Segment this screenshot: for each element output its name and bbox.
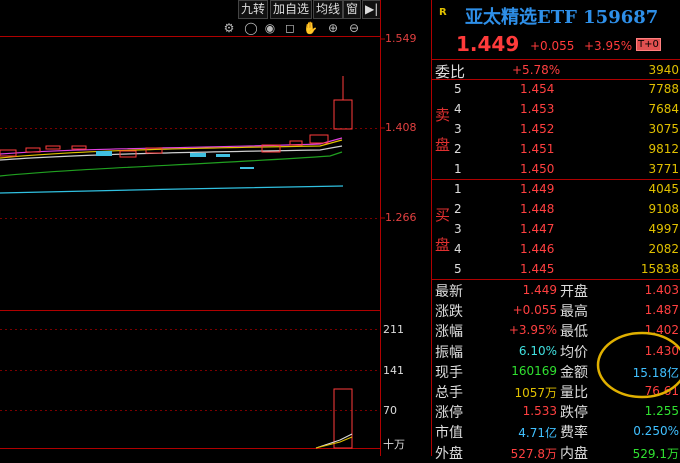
price-tick: 1.408 [385,121,417,134]
price-change: +0.055 [530,39,575,53]
stat-value: 160169 [511,363,557,378]
sell-volume: 7788 [648,82,679,96]
volume-unit: 十万 [383,438,405,451]
stat-label: 跌停 [560,405,588,422]
sell-row[interactable]: 5 1.454 7788 [432,79,680,99]
stat-label: 振幅 [435,344,463,361]
buy-row[interactable]: 3 1.447 4997 [432,219,680,239]
kline-chart-area[interactable]: 九转 加自选 均线 窗 ▶| ⚙ ◯ ◉ ◻ ✋ ⊕ ⊖ 1.549 1.408… [0,0,431,456]
stat-value: 4.71亿 [518,426,557,441]
sell-row[interactable]: 1 1.450 3771 [432,159,680,179]
sell-volume: 9812 [648,142,679,156]
stat-value: 527.8万 [510,446,557,461]
weibi-value: +5.78% [512,63,561,77]
stat-label: 量比 [560,385,588,401]
stat-label: 均价 [560,344,588,361]
r-badge: R [439,7,447,18]
chart-canvas [0,0,385,456]
volume-tick: 141 [383,364,404,377]
volume-tick: 70 [383,404,397,417]
stat-label: 涨幅 [435,324,463,341]
sell-row[interactable]: 4 1.453 7684 [432,99,680,119]
buy-level: 1 [454,182,462,196]
divider [432,279,680,280]
sell-level: 3 [454,122,462,136]
buy-row[interactable]: 5 1.445 15838 [432,259,680,279]
stat-value: +3.95% [508,323,557,338]
sell-price: 1.450 [520,162,555,176]
buy-price: 1.447 [520,222,555,236]
buy-price: 1.445 [520,262,555,276]
stat-label: 最低 [560,324,588,341]
stat-value: 0.250% [633,424,679,439]
buy-volume: 2082 [648,242,679,256]
buy-row[interactable]: 2 1.448 9108 [432,199,680,219]
price-change-pct: +3.95% [584,39,633,53]
stat-value: 1057万 [514,386,557,400]
divider [432,59,680,60]
weibi-number: 3940 [648,63,679,77]
last-price: 1.449 [456,32,520,56]
stat-value: 1.449 [522,283,557,297]
quote-panel: R 亚太精选ETF 159687 1.449 +0.055 +3.95% T+0… [431,0,680,462]
stat-label: 涨停 [435,405,463,422]
stat-label: 涨跌 [435,304,463,321]
stat-value: 1.403 [644,283,679,297]
buy-price: 1.448 [520,202,555,216]
stat-value: +0.055 [512,303,557,318]
sell-price: 1.452 [520,122,555,136]
stat-label: 现手 [435,364,463,381]
sell-level: 2 [454,142,462,156]
t0-badge: T+0 [636,38,661,51]
sell-price: 1.453 [520,102,555,116]
buy-level: 5 [454,262,462,276]
buy-volume: 15838 [640,262,679,276]
buy-row[interactable]: 4 1.446 2082 [432,239,680,259]
buy-volume: 9108 [648,202,679,216]
stat-value: 1.255 [644,404,679,419]
sell-price: 1.454 [520,82,555,96]
buy-volume: 4045 [648,182,679,196]
buy-price: 1.446 [520,242,555,256]
sell-row[interactable]: 3 1.452 3075 [432,119,680,139]
stat-value: 6.10% [518,343,557,358]
sell-volume: 3771 [648,162,679,176]
stat-value: 529.1万 [632,446,679,461]
stat-label: 费率 [560,425,588,442]
volume-tick: 211 [383,323,404,336]
stat-label: 开盘 [560,284,588,300]
stat-label: 市值 [435,425,463,442]
sell-level: 1 [454,162,462,176]
stat-label: 最高 [560,304,588,321]
buy-level: 3 [454,222,462,236]
price-tick: 1.549 [385,32,417,45]
highlight-circle [596,331,680,399]
buy-level: 4 [454,242,462,256]
sell-level: 4 [454,102,462,116]
stat-label: 外盘 [435,445,463,462]
sell-level: 5 [454,82,462,96]
stat-label: 总手 [435,385,463,401]
sell-row[interactable]: 2 1.451 9812 [432,139,680,159]
stat-label: 金额 [560,364,588,381]
stat-label: 内盘 [560,445,588,462]
buy-level: 2 [454,202,462,216]
security-title: 亚太精选ETF 159687 [465,7,659,28]
sell-volume: 7684 [648,102,679,116]
sell-price: 1.451 [520,142,555,156]
buy-volume: 4997 [648,222,679,236]
buy-price: 1.449 [520,182,555,196]
buy-row[interactable]: 1 1.449 4045 [432,179,680,199]
price-tick: 1.266 [385,211,417,224]
sell-volume: 3075 [648,122,679,136]
stat-value: 1.487 [644,303,679,318]
stat-value: 1.533 [522,404,557,419]
stat-label: 最新 [435,284,463,300]
